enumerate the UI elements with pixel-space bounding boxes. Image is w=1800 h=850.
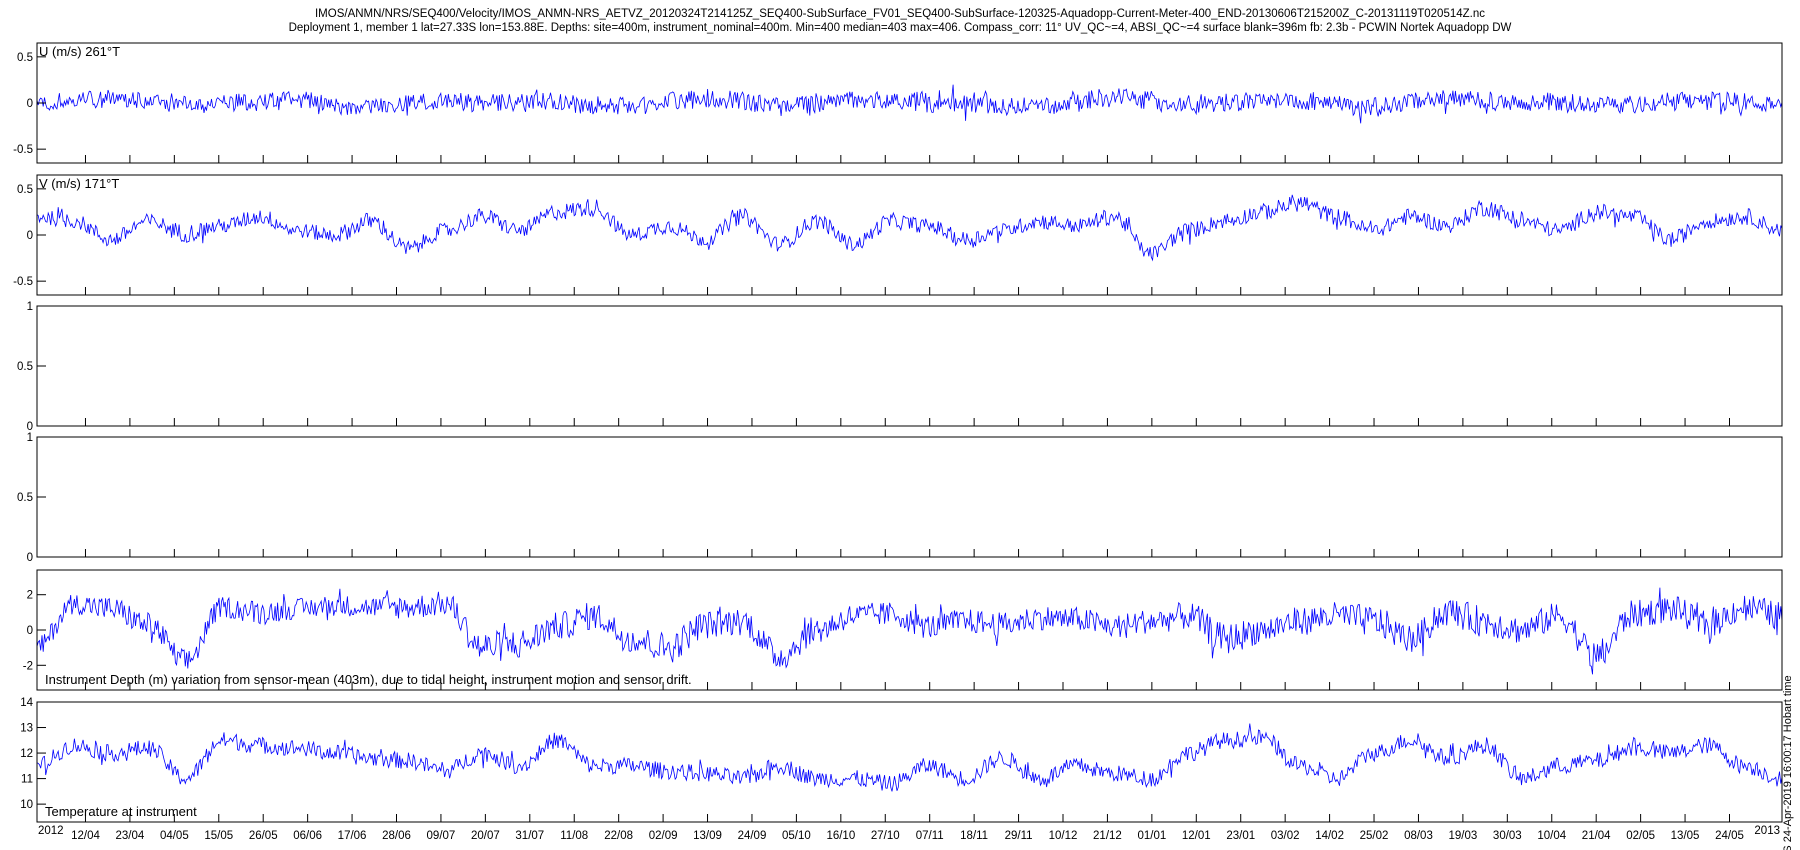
y-tick-label: 10 — [20, 799, 33, 811]
y-tick-label: 12 — [20, 748, 33, 760]
y-tick-label: 0.5 — [17, 52, 33, 64]
y-tick-label: 0 — [27, 625, 33, 637]
x-tick-label: 02/05 — [1626, 830, 1655, 842]
x-tick-label: 17/06 — [338, 830, 367, 842]
x-tick-label: 08/03 — [1404, 830, 1433, 842]
x-tick-label: 26/05 — [249, 830, 278, 842]
x-tick-label: 06/06 — [293, 830, 322, 842]
x-tick-label: 31/07 — [515, 830, 544, 842]
plot-frame — [36, 305, 1783, 427]
x-tick-label: 12/04 — [71, 830, 100, 842]
plot-frame — [36, 174, 1783, 296]
x-axis: 12/04 23/04 04/05 15/05 26/05 06/06 17/06 28/06… — [38, 155, 1780, 842]
x-tick-label: 03/02 — [1271, 830, 1300, 842]
x-tick-label: 27/10 — [871, 830, 900, 842]
figure: IMOS/ANMN/NRS/SEQ400/Velocity/IMOS_ANMN-… — [13, 8, 1794, 850]
chart-panel-3: 00.51 — [17, 301, 1783, 433]
y-tick-label: 13 — [20, 723, 33, 735]
x-tick-label: 10/12 — [1049, 830, 1078, 842]
x-tick-label: 10/04 — [1537, 830, 1566, 842]
x-tick-label: 07/11 — [916, 830, 944, 842]
x-tick-label: 25/02 — [1360, 830, 1389, 842]
y-tick-label: 0 — [27, 552, 33, 564]
panel-label: V (m/s) 171°T — [39, 176, 119, 191]
x-tick-label: 24/05 — [1715, 830, 1744, 842]
x-tick-label: 21/04 — [1582, 830, 1611, 842]
y-tick-label: 0.5 — [17, 184, 33, 196]
figure-title-line2: Deployment 1, member 1 lat=27.33S lon=15… — [289, 22, 1512, 34]
x-tick-label: 01/01 — [1137, 830, 1166, 842]
x-tick-label: 28/06 — [382, 830, 411, 842]
x-tick-label: 24/09 — [738, 830, 767, 842]
panels: -0.5 0 0.5 U (m/s) 261°T -0.5 0 0.5 V (m/s) 171… — [13, 42, 1783, 823]
x-tick-label: 23/04 — [116, 830, 145, 842]
y-tick-label: 11 — [21, 774, 33, 786]
y-tick-label: 0 — [27, 230, 33, 242]
x-tick-label: 18/11 — [960, 830, 988, 842]
y-tick-label: -0.5 — [13, 144, 33, 156]
x-tick-label: 13/05 — [1671, 830, 1700, 842]
copyright-note: © IMOS 24-Apr-2019 16:00:17 Hobart time — [1782, 675, 1794, 850]
x-tick-label: 19/03 — [1449, 830, 1478, 842]
plot-frame — [36, 701, 1783, 823]
y-tick-label: -0.5 — [13, 276, 33, 288]
x-year-label-end: 2013 — [1754, 825, 1780, 837]
y-tick-label: 0.5 — [17, 492, 33, 504]
x-tick-label: 21/12 — [1093, 830, 1122, 842]
x-tick-label: 13/09 — [693, 830, 722, 842]
plot-frame — [36, 42, 1783, 164]
chart-panel-4: 00.51 — [17, 432, 1783, 564]
y-tick-label: 0.5 — [17, 361, 33, 373]
x-tick-label: 05/10 — [782, 830, 811, 842]
series-line-2-1 — [37, 194, 1782, 262]
y-tick-label: 14 — [20, 697, 33, 709]
series-line-1-1 — [37, 84, 1782, 124]
figure-title-line1: IMOS/ANMN/NRS/SEQ400/Velocity/IMOS_ANMN-… — [315, 8, 1485, 20]
x-tick-label: 30/03 — [1493, 830, 1522, 842]
series-line-5-1 — [37, 587, 1782, 675]
x-tick-label: 15/05 — [204, 830, 233, 842]
panel-label: Instrument Depth (m) variation from sens… — [45, 672, 692, 687]
y-tick-label: 2 — [27, 590, 33, 602]
chart-panel-2: -0.5 0 0.5 V (m/s) 171°T — [13, 174, 1783, 296]
chart-panel-5: -2 0 2 Instrument Depth (m) variation from … — [23, 569, 1783, 691]
x-year-label-start: 2012 — [38, 825, 64, 837]
y-tick-label: 0 — [27, 98, 33, 110]
x-tick-label: 12/01 — [1182, 830, 1211, 842]
x-tick-label: 09/07 — [427, 830, 456, 842]
x-tick-label: 11/08 — [560, 830, 588, 842]
y-tick-label: 1 — [27, 432, 33, 444]
x-tick-label: 20/07 — [471, 830, 500, 842]
x-tick-label: 14/02 — [1315, 830, 1344, 842]
chart-panel-6: 1011121314Temperature at instrument — [20, 697, 1783, 823]
x-tick-label: 16/10 — [826, 830, 855, 842]
x-tick-label: 22/08 — [604, 830, 633, 842]
series-line-6-1 — [37, 723, 1782, 792]
chart-panel-1: -0.5 0 0.5 U (m/s) 261°T — [13, 42, 1783, 164]
x-tick-label: 02/09 — [649, 830, 678, 842]
panel-label: U (m/s) 261°T — [39, 44, 120, 59]
x-tick-label: 29/11 — [1005, 830, 1033, 842]
plot-frame — [36, 436, 1783, 558]
x-tick-label: 23/01 — [1226, 830, 1255, 842]
x-tick-label: 04/05 — [160, 830, 189, 842]
y-tick-label: -2 — [23, 660, 33, 672]
y-tick-label: 1 — [27, 301, 33, 313]
